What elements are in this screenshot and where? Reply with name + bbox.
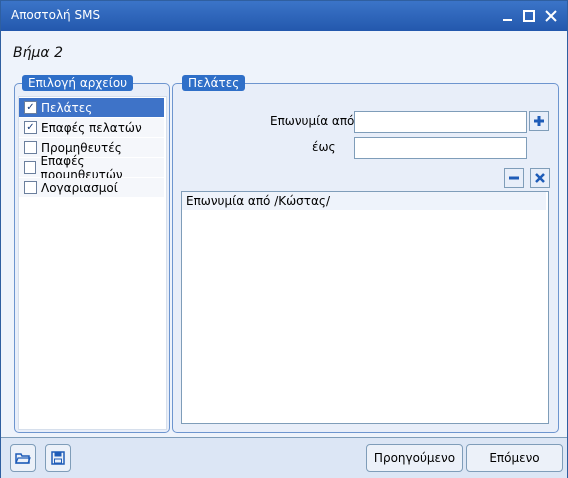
title-bar: Αποστολή SMS xyxy=(1,1,567,31)
close-icon xyxy=(545,10,557,22)
file-item-label: Επαφές πελατών xyxy=(41,120,142,135)
sms-send-window: Αποστολή SMS Βήμα 2 Επιλογή αρχείου ✓ Πε… xyxy=(0,0,568,478)
checkbox[interactable]: ✓ xyxy=(24,101,37,114)
maximize-button[interactable] xyxy=(520,7,538,25)
minus-icon xyxy=(509,176,519,180)
clear-criteria-button[interactable] xyxy=(530,168,550,188)
save-button[interactable] xyxy=(45,444,71,472)
window-title: Αποστολή SMS xyxy=(11,8,101,22)
checkbox[interactable]: ✓ xyxy=(24,121,37,134)
checkbox[interactable] xyxy=(24,181,37,194)
next-button[interactable]: Επόμενο xyxy=(466,444,563,472)
open-button[interactable] xyxy=(10,444,36,472)
file-item-label: Προμηθευτές xyxy=(41,140,122,155)
plus-icon xyxy=(534,116,544,126)
step-title: Βήμα 2 xyxy=(13,45,63,61)
criteria-row[interactable]: Επωνυμία από /Κώστας/ xyxy=(182,192,546,210)
name-from-label: Επωνυμία από xyxy=(270,114,355,128)
folder-open-icon xyxy=(15,453,31,464)
x-icon xyxy=(535,173,545,183)
minimize-button[interactable] xyxy=(499,7,517,25)
customers-filter-label: Πελάτες xyxy=(182,75,246,91)
maximize-icon xyxy=(523,10,535,22)
customers-filter-group: Πελάτες Επωνυμία από έως Επωνυμία από /Κ… xyxy=(172,75,559,433)
add-criterion-button[interactable] xyxy=(529,111,549,131)
footer-bar: Προηγούμενο Επόμενο xyxy=(1,437,567,478)
file-selection-label: Επιλογή αρχείου xyxy=(22,75,134,91)
file-item-accounts[interactable]: Λογαριασμοί xyxy=(19,178,164,197)
file-item-customer-contacts[interactable]: ✓ Επαφές πελατών xyxy=(19,118,164,137)
save-disk-icon xyxy=(51,451,65,465)
name-to-label: έως xyxy=(312,140,336,154)
file-selection-group: Επιλογή αρχείου ✓ Πελάτες ✓ Επαφές πελατ… xyxy=(14,75,170,433)
previous-button[interactable]: Προηγούμενο xyxy=(366,444,463,472)
name-from-input[interactable] xyxy=(354,111,527,133)
file-item-supplier-contacts[interactable]: Επαφές προμηθευτών xyxy=(19,154,164,182)
file-item-customers[interactable]: ✓ Πελάτες xyxy=(19,98,164,117)
file-item-label: Πελάτες xyxy=(41,100,93,115)
file-item-label: Λογαριασμοί xyxy=(41,180,118,195)
checkbox[interactable] xyxy=(24,161,37,174)
criteria-list: Επωνυμία από /Κώστας/ xyxy=(181,191,549,424)
name-to-input[interactable] xyxy=(354,137,527,159)
minimize-icon xyxy=(503,19,512,21)
remove-criterion-button[interactable] xyxy=(504,168,524,188)
file-list: ✓ Πελάτες ✓ Επαφές πελατών Προμηθευτές Ε… xyxy=(18,96,167,430)
close-button[interactable] xyxy=(542,7,560,25)
checkbox[interactable] xyxy=(24,141,37,154)
